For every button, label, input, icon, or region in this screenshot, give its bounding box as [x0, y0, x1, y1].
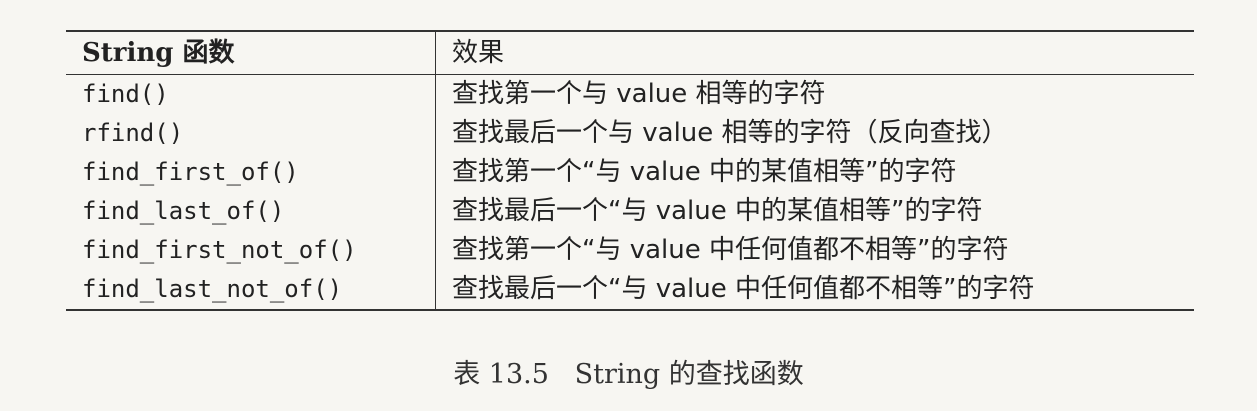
function-name: find_first_of() — [66, 153, 436, 192]
function-name: find() — [66, 74, 436, 114]
header-effect: 效果 — [452, 38, 505, 68]
table-header-row: String 函数 效果 — [66, 31, 1194, 75]
function-effect: 查找最后一个“与 value 中任何值都不相等”的字符 — [452, 274, 1035, 304]
table-row: find_last_of() 查找最后一个“与 value 中的某值相等”的字符 — [66, 192, 1194, 231]
table-caption: 表 13.5 String 的查找函数 — [453, 359, 804, 390]
table-row: find_first_of() 查找第一个“与 value 中的某值相等”的字符 — [66, 153, 1194, 192]
function-table: String 函数 效果 find() 查找第一个与 value 相等的字符 r… — [66, 30, 1194, 311]
table-row: find() 查找第一个与 value 相等的字符 — [66, 74, 1194, 114]
function-effect: 查找最后一个与 value 相等的字符（反向查找） — [452, 118, 1008, 148]
function-effect: 查找第一个“与 value 中的某值相等”的字符 — [452, 157, 957, 187]
string-find-table: String 函数 效果 find() 查找第一个与 value 相等的字符 r… — [66, 30, 1194, 311]
table-row: rfind() 查找最后一个与 value 相等的字符（反向查找） — [66, 114, 1194, 153]
table-row: find_first_not_of() 查找第一个“与 value 中任何值都不… — [66, 231, 1194, 270]
function-name: find_first_not_of() — [66, 231, 436, 270]
function-effect: 查找最后一个“与 value 中的某值相等”的字符 — [452, 196, 983, 226]
function-name: rfind() — [66, 114, 436, 153]
function-effect: 查找第一个“与 value 中任何值都不相等”的字符 — [452, 235, 1009, 265]
function-effect: 查找第一个与 value 相等的字符 — [452, 79, 826, 109]
header-function: String 函数 — [66, 31, 436, 75]
function-name: find_last_not_of() — [66, 270, 436, 310]
table-row: find_last_not_of() 查找最后一个“与 value 中任何值都不… — [66, 270, 1194, 310]
function-name: find_last_of() — [66, 192, 436, 231]
